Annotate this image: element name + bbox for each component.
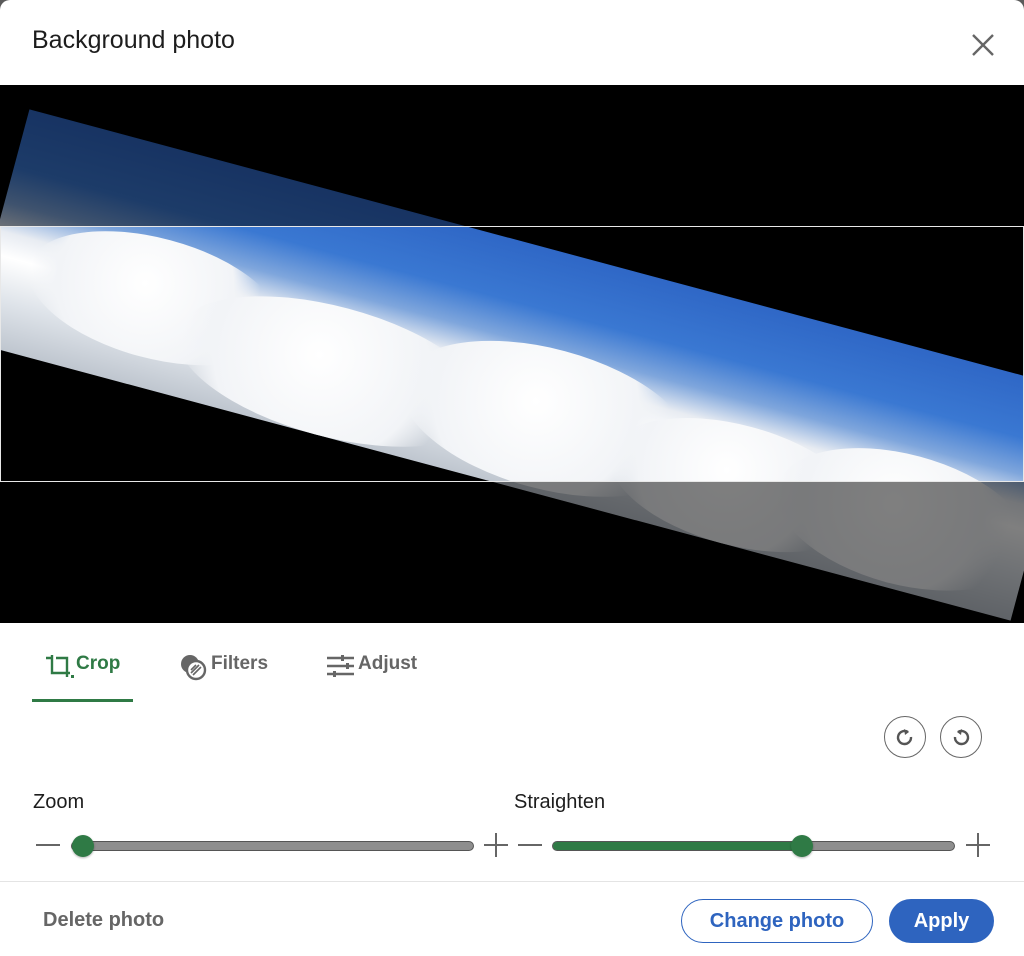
minus-icon bbox=[518, 844, 542, 846]
straighten-decrease-button[interactable] bbox=[518, 833, 542, 857]
zoom-label: Zoom bbox=[33, 791, 85, 813]
footer-divider bbox=[0, 881, 1024, 882]
edit-tabs: Crop Filters Adjust bbox=[0, 623, 1024, 703]
crop-mask-top bbox=[0, 85, 1024, 226]
rotate-left-icon bbox=[896, 729, 913, 746]
zoom-out-button[interactable] bbox=[36, 833, 60, 857]
straighten-label: Straighten bbox=[514, 791, 606, 813]
zoom-slider-thumb[interactable] bbox=[72, 835, 94, 857]
straighten-slider-thumb[interactable] bbox=[790, 835, 813, 857]
photo-crop-canvas[interactable] bbox=[0, 85, 1024, 623]
delete-photo-button[interactable]: Delete photo bbox=[43, 909, 164, 932]
crop-icon bbox=[46, 655, 74, 678]
tab-adjust-label: Adjust bbox=[358, 653, 418, 674]
tab-adjust[interactable]: Adjust bbox=[326, 653, 417, 701]
close-icon bbox=[972, 34, 994, 56]
straighten-slider-fill bbox=[553, 842, 802, 850]
minus-icon bbox=[36, 844, 60, 846]
active-tab-indicator bbox=[32, 699, 133, 702]
rotate-left-button[interactable] bbox=[884, 716, 926, 758]
straighten-slider[interactable] bbox=[552, 835, 955, 857]
rotate-right-button[interactable] bbox=[940, 716, 982, 758]
filters-icon bbox=[181, 655, 207, 681]
adjust-icon bbox=[327, 655, 354, 677]
background-photo-dialog: Background photo Crop Filters Adjust Zoo… bbox=[0, 0, 1024, 956]
tab-filters-label: Filters bbox=[211, 653, 269, 674]
apply-button[interactable]: Apply bbox=[889, 899, 994, 943]
zoom-in-button[interactable] bbox=[484, 833, 508, 857]
plus-icon bbox=[966, 833, 990, 857]
plus-icon bbox=[484, 833, 508, 857]
tab-crop-label: Crop bbox=[76, 653, 121, 674]
dialog-title: Background photo bbox=[32, 26, 235, 54]
dialog-header: Background photo bbox=[0, 0, 1024, 85]
crop-mask-bottom bbox=[0, 482, 1024, 623]
tab-filters[interactable]: Filters bbox=[179, 653, 268, 701]
straighten-increase-button[interactable] bbox=[966, 833, 990, 857]
zoom-slider[interactable] bbox=[71, 835, 474, 857]
close-button[interactable] bbox=[966, 28, 1000, 62]
tab-crop[interactable]: Crop bbox=[44, 653, 120, 701]
change-photo-button[interactable]: Change photo bbox=[681, 899, 873, 943]
crop-frame[interactable] bbox=[0, 226, 1024, 482]
rotate-right-icon bbox=[953, 729, 970, 746]
